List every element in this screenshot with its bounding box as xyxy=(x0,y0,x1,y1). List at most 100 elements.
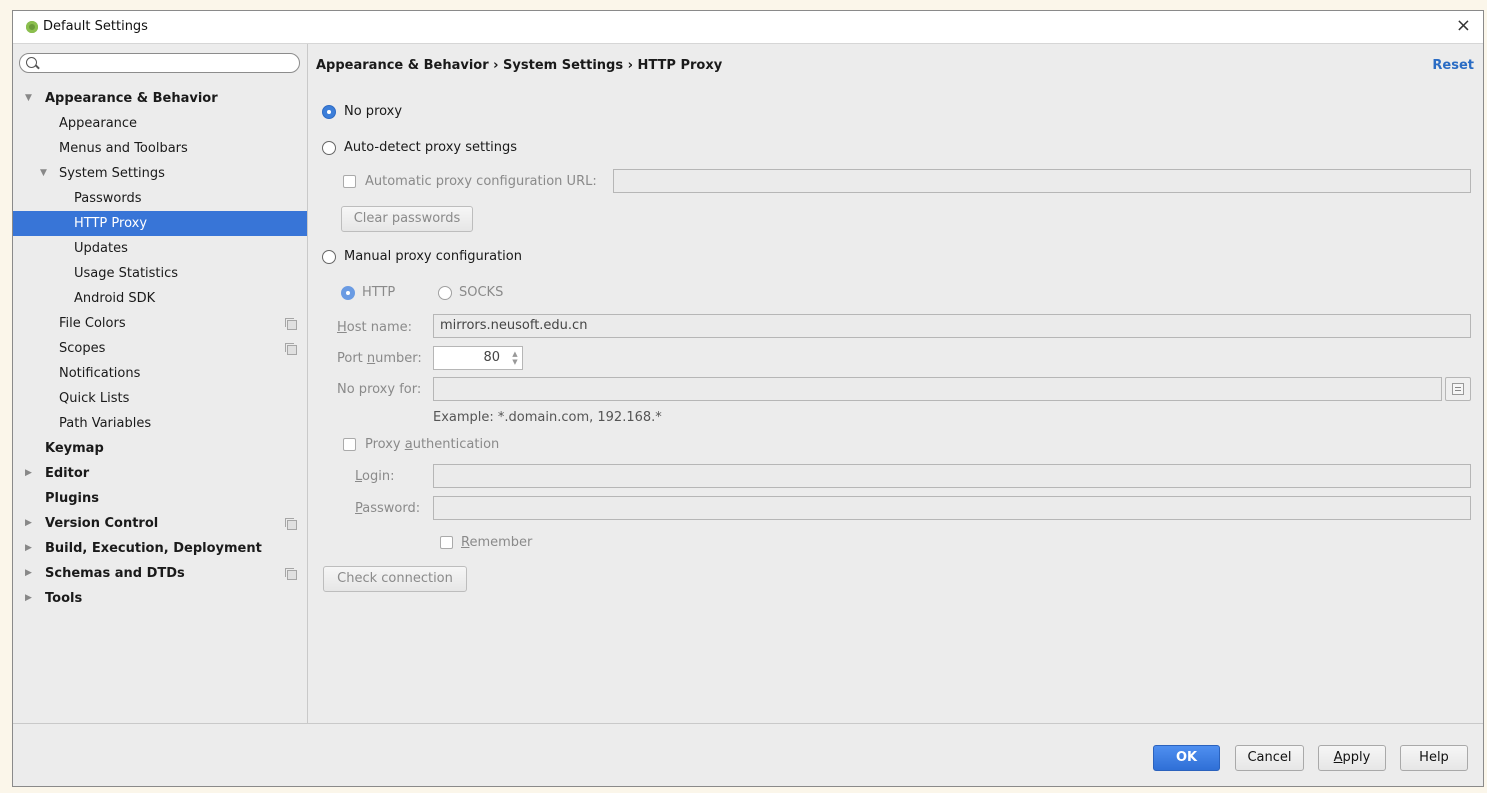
auto-config-url-label: Automatic proxy configuration URL: xyxy=(365,174,597,189)
sidebar-item-build-execution-deployment[interactable]: ▶ Build, Execution, Deployment xyxy=(13,536,307,561)
proxy-authentication-checkbox[interactable] xyxy=(343,438,356,451)
sidebar-item-label: Usage Statistics xyxy=(74,266,179,281)
sidebar-item-label: Scopes xyxy=(59,341,106,356)
collapse-arrow-icon[interactable]: ▶ xyxy=(25,511,32,536)
sidebar-item-editor[interactable]: ▶ Editor xyxy=(13,461,307,486)
sidebar-item-label: HTTP Proxy xyxy=(74,216,148,231)
sidebar-item-appearance-behavior[interactable]: ▼ Appearance & Behavior xyxy=(13,86,307,111)
sidebar-item-label: Path Variables xyxy=(59,416,152,431)
http-proxy-panel: Appearance & Behavior › System Settings … xyxy=(308,44,1483,723)
search-box[interactable] xyxy=(19,53,300,73)
login-input[interactable] xyxy=(433,464,1471,488)
sidebar-item-appearance[interactable]: Appearance xyxy=(13,111,307,136)
sidebar-item-label: Schemas and DTDs xyxy=(45,566,185,581)
expand-field-button[interactable] xyxy=(1445,377,1471,401)
sidebar-item-usage-statistics[interactable]: Usage Statistics xyxy=(13,261,307,286)
host-name-input[interactable]: mirrors.neusoft.edu.cn xyxy=(433,314,1471,338)
auto-config-url-input[interactable] xyxy=(613,169,1471,193)
sidebar-item-label: Updates xyxy=(74,241,128,256)
http-label: HTTP xyxy=(362,285,396,300)
auto-config-url-checkbox[interactable] xyxy=(343,175,356,188)
port-number-label: Port number: xyxy=(337,351,422,366)
sidebar-item-notifications[interactable]: Notifications xyxy=(13,361,307,386)
no-proxy-radio[interactable] xyxy=(322,105,336,119)
sidebar-item-http-proxy[interactable]: HTTP Proxy xyxy=(13,211,307,236)
no-proxy-for-label: No proxy for: xyxy=(337,382,422,397)
host-name-label: Host name: xyxy=(337,320,412,335)
settings-window: Default Settings × ▼ Appearance & Behavio… xyxy=(12,10,1484,787)
sidebar-item-schemas-and-dtds[interactable]: ▶ Schemas and DTDs xyxy=(13,561,307,586)
sidebar-item-system-settings[interactable]: ▼ System Settings xyxy=(13,161,307,186)
port-number-value: 80 xyxy=(483,350,500,365)
manual-proxy-label: Manual proxy configuration xyxy=(344,249,522,264)
sidebar-item-updates[interactable]: Updates xyxy=(13,236,307,261)
title-bar: Default Settings × xyxy=(13,11,1483,44)
sidebar-item-path-variables[interactable]: Path Variables xyxy=(13,411,307,436)
sidebar-item-tools[interactable]: ▶ Tools xyxy=(13,586,307,611)
socks-radio[interactable] xyxy=(438,286,452,300)
manual-proxy-radio[interactable] xyxy=(322,250,336,264)
sidebar-item-label: Quick Lists xyxy=(59,391,130,406)
collapse-arrow-icon[interactable]: ▶ xyxy=(25,536,32,561)
remember-label: Remember xyxy=(461,535,533,550)
sidebar-item-label: Keymap xyxy=(45,441,104,456)
close-button[interactable]: × xyxy=(1456,15,1471,36)
expand-arrow-icon[interactable]: ▼ xyxy=(25,86,32,111)
cancel-button[interactable]: Cancel xyxy=(1235,745,1304,771)
sidebar-item-label: Appearance xyxy=(59,116,138,131)
auto-detect-label: Auto-detect proxy settings xyxy=(344,140,518,155)
ok-button[interactable]: OK xyxy=(1153,745,1220,771)
sidebar-item-keymap[interactable]: Keymap xyxy=(13,436,307,461)
sidebar-item-label: Version Control xyxy=(45,516,159,531)
collapse-arrow-icon[interactable]: ▶ xyxy=(25,461,32,486)
expand-icon xyxy=(1452,383,1464,395)
sidebar-item-label: File Colors xyxy=(59,316,126,331)
sidebar-item-scopes[interactable]: Scopes xyxy=(13,336,307,361)
auto-detect-radio[interactable] xyxy=(322,141,336,155)
collapse-arrow-icon[interactable]: ▶ xyxy=(25,561,32,586)
remember-checkbox[interactable] xyxy=(440,536,453,549)
sidebar-item-passwords[interactable]: Passwords xyxy=(13,186,307,211)
dialog-footer: OK Cancel Apply Help xyxy=(13,723,1483,786)
password-label: Password: xyxy=(355,501,421,516)
copy-settings-icon xyxy=(285,568,297,580)
collapse-arrow-icon[interactable]: ▶ xyxy=(25,586,32,611)
no-proxy-for-input[interactable] xyxy=(433,377,1442,401)
help-button[interactable]: Help xyxy=(1400,745,1468,771)
sidebar-item-label: Plugins xyxy=(45,491,99,506)
search-input[interactable] xyxy=(42,55,296,73)
apply-button[interactable]: Apply xyxy=(1318,745,1386,771)
sidebar-item-label: System Settings xyxy=(59,166,165,181)
sidebar-item-version-control[interactable]: ▶ Version Control xyxy=(13,511,307,536)
port-number-spinner[interactable]: 80 ▲ ▼ xyxy=(433,346,523,370)
search-icon xyxy=(26,57,37,68)
sidebar-item-label: Appearance & Behavior xyxy=(45,91,218,106)
sidebar-item-label: Editor xyxy=(45,466,90,481)
check-connection-button[interactable]: Check connection xyxy=(323,566,467,592)
copy-settings-icon xyxy=(285,343,297,355)
clear-passwords-button[interactable]: Clear passwords xyxy=(341,206,473,232)
login-label: Login: xyxy=(355,469,395,484)
password-input[interactable] xyxy=(433,496,1471,520)
sidebar-item-label: Android SDK xyxy=(74,291,156,306)
reset-link[interactable]: Reset xyxy=(1432,58,1474,73)
sidebar-item-label: Menus and Toolbars xyxy=(59,141,188,156)
sidebar-item-android-sdk[interactable]: Android SDK xyxy=(13,286,307,311)
breadcrumb: Appearance & Behavior › System Settings … xyxy=(316,58,723,73)
sidebar-item-menus-and-toolbars[interactable]: Menus and Toolbars xyxy=(13,136,307,161)
settings-tree: ▼ Appearance & Behavior Appearance Menus an… xyxy=(13,86,307,611)
copy-settings-icon xyxy=(285,318,297,330)
http-radio[interactable] xyxy=(341,286,355,300)
android-studio-icon xyxy=(26,21,38,33)
window-title: Default Settings xyxy=(43,19,148,34)
expand-arrow-icon[interactable]: ▼ xyxy=(40,161,47,186)
sidebar-item-plugins[interactable]: Plugins xyxy=(13,486,307,511)
spinner-arrows-icon[interactable]: ▲ ▼ xyxy=(510,350,520,366)
sidebar-item-quick-lists[interactable]: Quick Lists xyxy=(13,386,307,411)
no-proxy-label: No proxy xyxy=(344,104,403,119)
proxy-authentication-label: Proxy authentication xyxy=(365,437,500,452)
copy-settings-icon xyxy=(285,518,297,530)
sidebar-item-file-colors[interactable]: File Colors xyxy=(13,311,307,336)
sidebar-item-label: Notifications xyxy=(59,366,141,381)
no-proxy-example-hint: Example: *.domain.com, 192.168.* xyxy=(433,410,662,425)
